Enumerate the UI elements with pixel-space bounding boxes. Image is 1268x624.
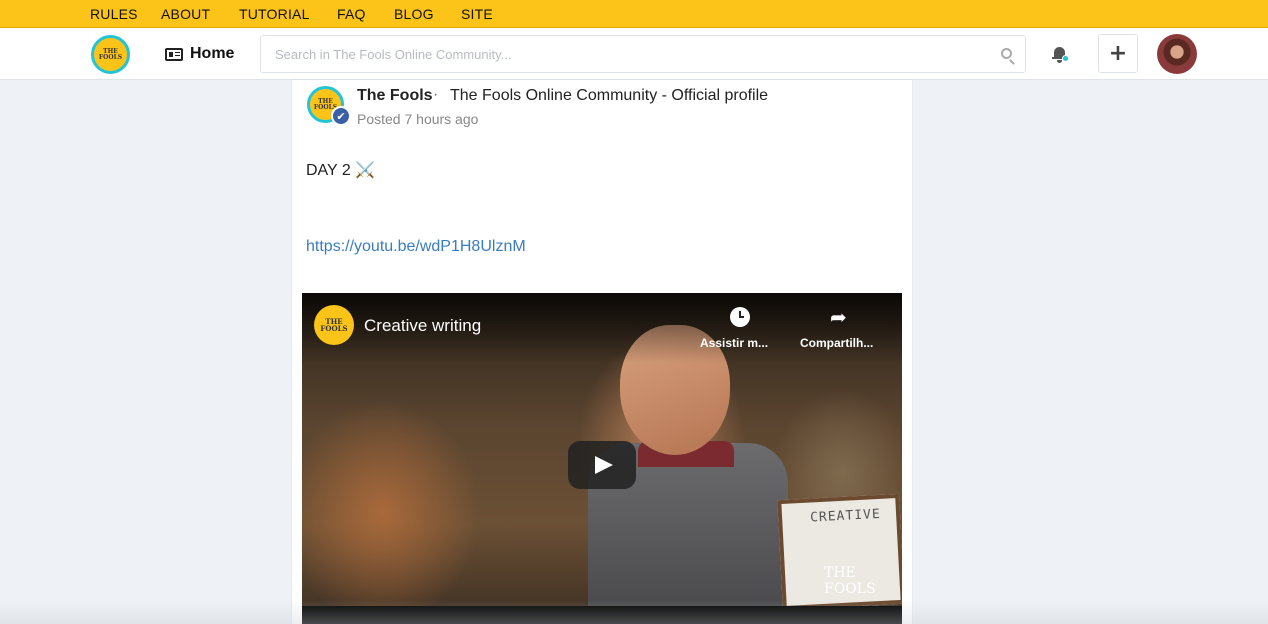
nav-site[interactable]: SITE: [461, 6, 493, 22]
post-author[interactable]: The Fools: [357, 87, 433, 105]
notification-dot: [1062, 55, 1069, 62]
share-icon[interactable]: ➦: [830, 305, 847, 329]
watch-later-label[interactable]: Assistir m...: [700, 336, 768, 350]
nav-blog[interactable]: BLOG: [394, 6, 434, 22]
post-card: THE FOOLS ✔ The Fools · The Fools Online…: [292, 80, 912, 624]
plus-icon: +: [1108, 41, 1128, 66]
share-label[interactable]: Compartilh...: [800, 336, 873, 350]
video-title[interactable]: Creative writing: [364, 316, 481, 336]
board-text: CREATIVE: [809, 506, 882, 526]
nav-about[interactable]: ABOUT: [161, 6, 210, 22]
post-community[interactable]: The Fools Online Community - Official pr…: [450, 87, 768, 105]
top-nav: RULES ABOUT TUTORIAL FAQ BLOG SITE: [0, 0, 1268, 28]
create-button[interactable]: +: [1098, 34, 1138, 73]
play-button[interactable]: [568, 441, 636, 489]
post-link[interactable]: https://youtu.be/wdP1H8UlznM: [306, 238, 526, 256]
video-watermark: THE FOOLS: [824, 565, 876, 597]
post-text: DAY 2 ⚔️: [306, 162, 376, 179]
newspaper-icon: [165, 47, 183, 61]
search-input[interactable]: [261, 36, 961, 72]
user-avatar[interactable]: [1157, 34, 1197, 74]
bell-icon-clapper: [1057, 60, 1062, 63]
nav-tutorial[interactable]: TUTORIAL: [239, 6, 310, 22]
logo-text: THE FOOLS: [98, 47, 123, 61]
search-box: [260, 35, 1026, 73]
home-label: Home: [190, 45, 235, 62]
bell-icon[interactable]: [1052, 46, 1069, 64]
site-logo[interactable]: THE FOOLS: [91, 35, 130, 74]
post-timestamp: Posted 7 hours ago: [357, 111, 479, 127]
clock-icon[interactable]: [730, 307, 750, 327]
channel-logo-text: THE FOOLS: [320, 317, 348, 333]
nav-faq[interactable]: FAQ: [337, 6, 366, 22]
nav-rules[interactable]: RULES: [90, 6, 138, 22]
search-icon[interactable]: [1001, 48, 1012, 59]
verified-badge-icon: ✔: [331, 106, 351, 126]
channel-logo[interactable]: THE FOOLS: [314, 305, 354, 345]
separator-dot: ·: [433, 86, 439, 103]
video-bottom-bar: [302, 606, 902, 624]
check-icon: ✔: [336, 109, 346, 123]
video-embed[interactable]: CREATIVE THE FOOLS THE FOOLS Creative wr…: [302, 293, 902, 624]
home-link[interactable]: Home: [165, 45, 234, 63]
header: THE FOOLS Home +: [0, 28, 1268, 80]
